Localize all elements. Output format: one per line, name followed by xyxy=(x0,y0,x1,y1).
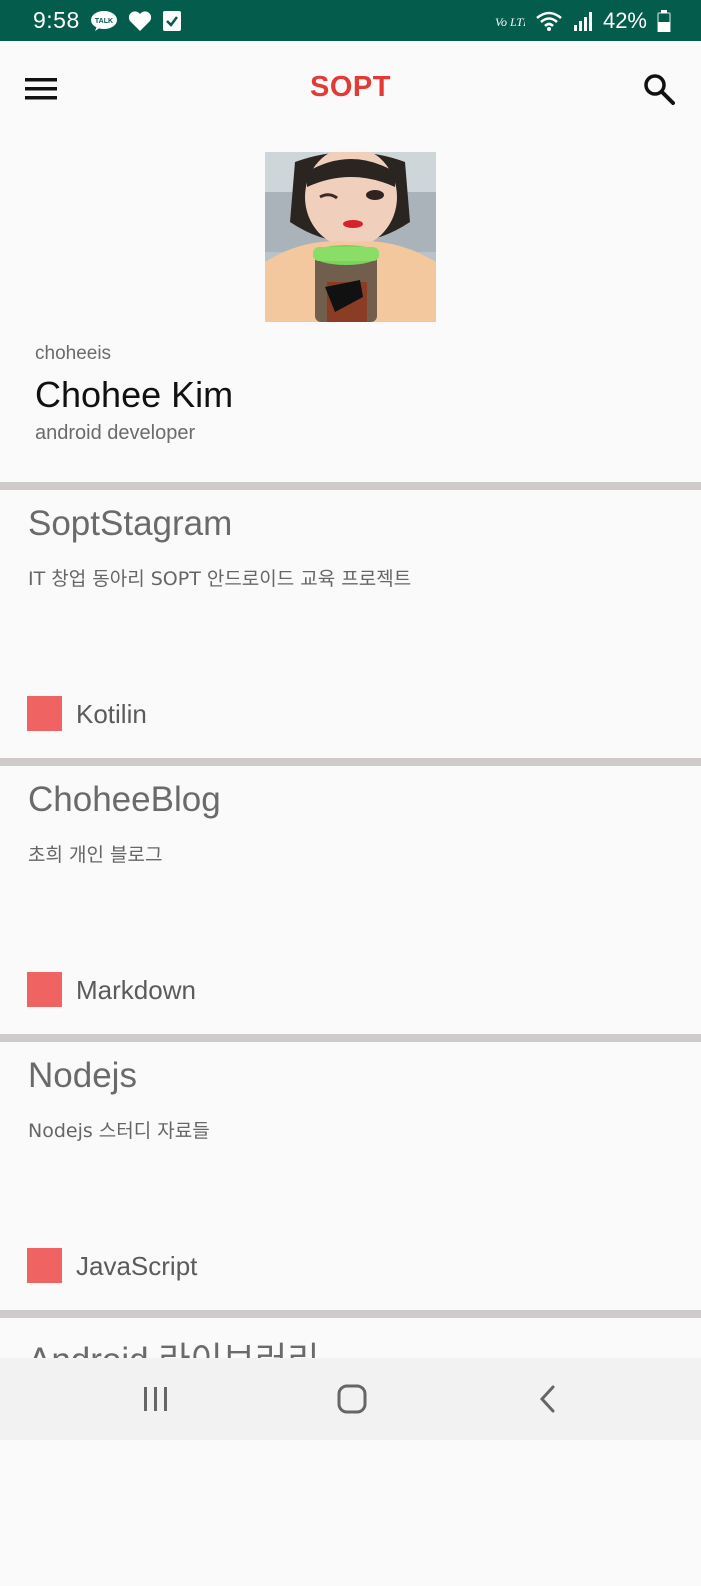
volte-label: Vo LTE xyxy=(495,15,525,29)
app-bar: SOPT xyxy=(0,41,701,136)
profile-section: choheeis Chohee Kim android developer xyxy=(0,136,701,482)
search-icon xyxy=(644,74,675,105)
avatar-photo xyxy=(265,152,436,322)
repo-name: ChoheeBlog xyxy=(28,780,221,819)
wifi-icon xyxy=(535,10,563,32)
repo-language: Markdown xyxy=(76,975,196,1005)
back-icon xyxy=(539,1385,555,1413)
signal-icon xyxy=(573,11,593,31)
app-title: SOPT xyxy=(310,71,391,103)
repo-language: JavaScript xyxy=(76,1251,198,1281)
kakaotalk-icon: TALK xyxy=(90,10,118,32)
repo-item[interactable]: Nodejs Nodejs 스터디 자료들 JavaScript xyxy=(0,1042,701,1310)
status-bar-right: Vo LTE 42% xyxy=(495,8,671,34)
language-color-swatch xyxy=(27,1248,62,1283)
battery-percent: 42% xyxy=(602,7,647,33)
status-bar-left: 9:58 TALK xyxy=(33,7,182,34)
repo-language: Kotilin xyxy=(76,699,147,729)
language-color-swatch xyxy=(27,972,62,1007)
divider xyxy=(0,1310,701,1318)
divider xyxy=(0,482,701,490)
search-button[interactable] xyxy=(639,69,679,109)
divider xyxy=(0,1034,701,1042)
recent-apps-button[interactable] xyxy=(116,1358,196,1440)
avatar[interactable] xyxy=(265,152,436,322)
heart-icon xyxy=(128,10,152,32)
repo-item[interactable]: SoptStagram IT 창업 동아리 SOPT 안드로이드 교육 프로젝트… xyxy=(0,490,701,758)
status-time: 9:58 xyxy=(33,7,80,33)
repo-name: SoptStagram xyxy=(28,504,233,543)
checkbox-icon xyxy=(162,10,182,32)
language-color-swatch xyxy=(27,696,62,731)
repo-description: IT 창업 동아리 SOPT 안드로이드 교육 프로젝트 xyxy=(28,568,412,590)
repo-name: Nodejs xyxy=(28,1056,137,1095)
back-button[interactable] xyxy=(508,1358,588,1440)
profile-username: choheeis xyxy=(35,343,112,364)
repo-description: Nodejs 스터디 자료들 xyxy=(28,1120,210,1142)
volte-icon: Vo LTE xyxy=(495,11,525,31)
repo-item[interactable]: ChoheeBlog 초희 개인 블로그 Markdown xyxy=(0,766,701,1034)
status-bar: 9:58 TALK Vo LTE xyxy=(0,0,701,41)
battery-icon xyxy=(657,9,671,32)
talk-label: TALK xyxy=(95,18,113,25)
home-icon xyxy=(337,1384,367,1414)
recent-apps-icon xyxy=(144,1387,167,1411)
home-button[interactable] xyxy=(312,1358,392,1440)
system-nav-bar xyxy=(0,1358,701,1440)
profile-full-name: Chohee Kim xyxy=(35,374,234,415)
repo-description: 초희 개인 블로그 xyxy=(28,844,163,866)
divider xyxy=(0,758,701,766)
profile-bio: android developer xyxy=(35,422,196,444)
